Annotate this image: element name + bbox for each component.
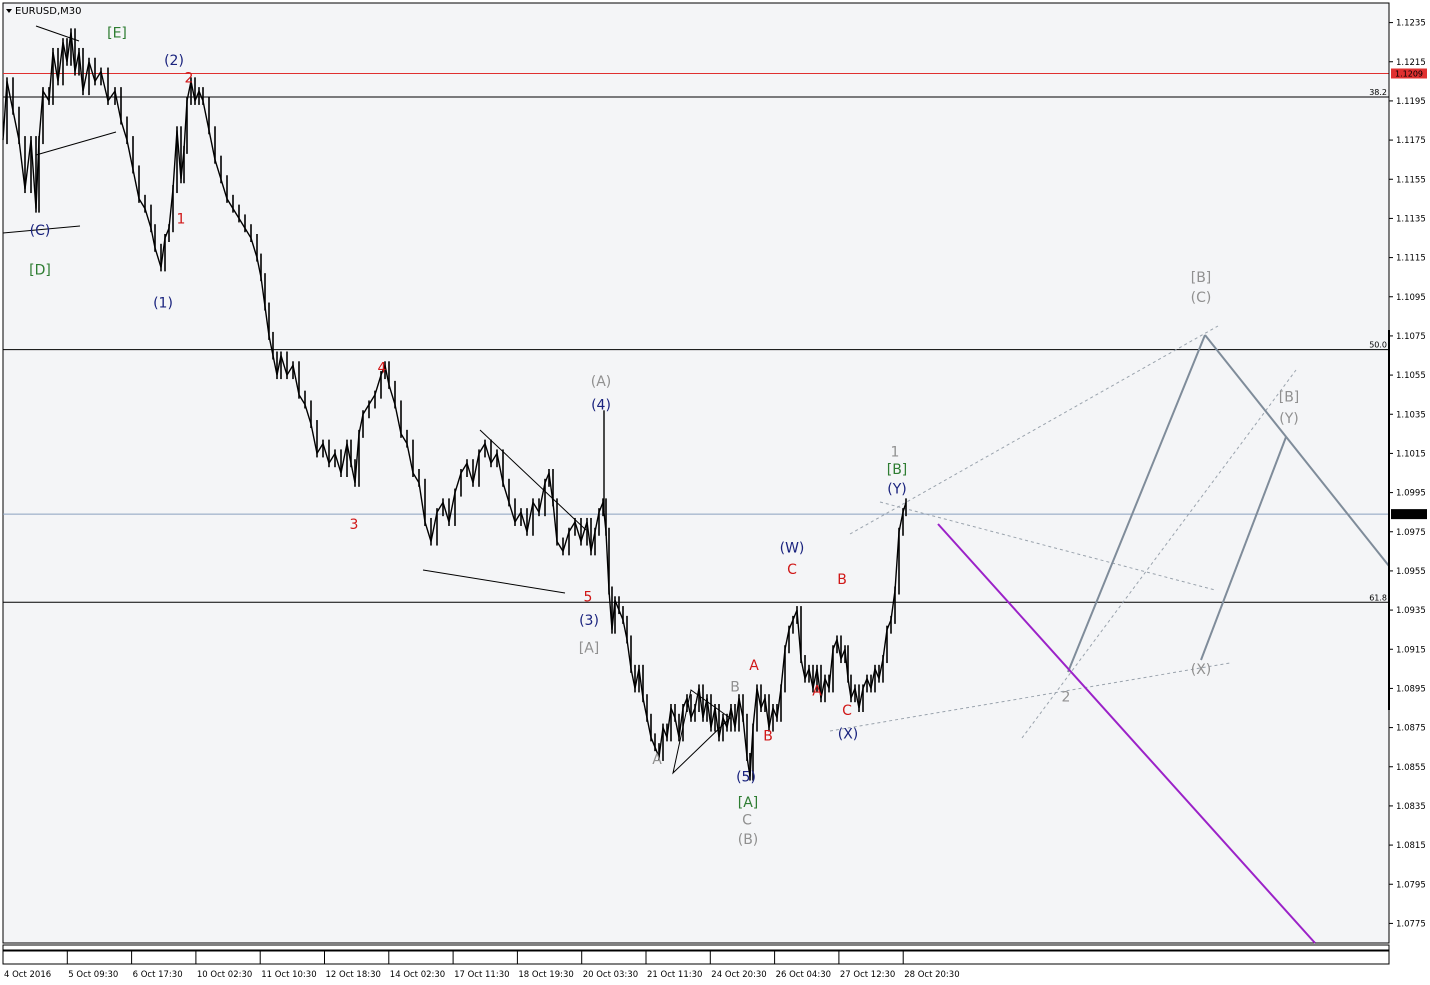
x-tick-label: 27 Oct 12:30 [840, 970, 895, 980]
x-tick-label: 24 Oct 20:30 [711, 970, 766, 980]
y-tick-label: 1.0815 [1396, 841, 1426, 851]
wave-label: (3) [579, 613, 599, 629]
wave-label: B [730, 679, 740, 695]
y-tick-label: 1.0875 [1396, 724, 1426, 734]
y-tick-label: 1.1175 [1396, 136, 1426, 146]
wave-label: C [842, 703, 852, 719]
time-axis-frame [2, 950, 1390, 965]
wave-label: (Y) [887, 482, 906, 498]
wave-label: 3 [350, 517, 359, 533]
wave-label: [B] [1191, 270, 1212, 286]
x-tick-label: 14 Oct 02:30 [390, 970, 445, 980]
wave-label: (W) [780, 540, 805, 556]
x-tick-label: 21 Oct 11:30 [647, 970, 702, 980]
wave-label: (4) [591, 397, 611, 413]
fib-level-label: 61.8 [1369, 593, 1387, 602]
wave-label: [A] [579, 640, 600, 656]
wave-label: 4 [378, 360, 387, 376]
chart-scrollbar[interactable] [2, 944, 1390, 951]
y-tick-label: 1.0915 [1396, 645, 1426, 655]
y-tick-label: 1.0995 [1396, 489, 1426, 499]
y-tick-label: 1.1235 [1396, 19, 1426, 29]
x-tick-label: 6 Oct 17:30 [133, 970, 183, 980]
y-tick-label: 1.0855 [1396, 763, 1426, 773]
wave-label: C [742, 813, 752, 829]
wave-label: (1) [153, 296, 173, 312]
x-tick-label: 12 Oct 18:30 [326, 970, 381, 980]
wave-label: 2 [1062, 689, 1071, 705]
y-tick-label: 1.1115 [1396, 254, 1426, 264]
wave-label: A [652, 752, 662, 768]
wave-label: (A) [591, 374, 612, 390]
wave-label: [E] [107, 25, 127, 41]
y-tick-label: 1.0935 [1396, 606, 1426, 616]
wave-label: (C) [1191, 290, 1212, 306]
y-tick-label: 1.1095 [1396, 293, 1426, 303]
x-tick-label: 18 Oct 19:30 [518, 970, 573, 980]
y-tick-label: 1.0795 [1396, 880, 1426, 890]
y-tick-label: 1.0835 [1396, 802, 1426, 812]
x-tick-label: 10 Oct 02:30 [197, 970, 252, 980]
wave-label: A [812, 683, 822, 699]
wave-label: [A] [738, 795, 759, 811]
y-tick-label: 1.0975 [1396, 528, 1426, 538]
wave-label: [D] [29, 262, 51, 278]
chart: 1.120938.250.061.81.0984 [E](2)21(C)[D](… [0, 0, 1430, 985]
x-tick-label: 20 Oct 03:30 [583, 970, 638, 980]
y-tick-label: 1.1035 [1396, 410, 1426, 420]
wave-label: [B] [1279, 390, 1300, 406]
symbol-label: EURUSD,M30 [15, 6, 81, 17]
price-tag-label: 1.0984 [1395, 510, 1423, 519]
y-tick-label: 1.0955 [1396, 567, 1426, 577]
x-tick-label: 17 Oct 11:30 [454, 970, 509, 980]
y-tick-label: 1.0775 [1396, 919, 1426, 929]
wave-label: 1 [891, 444, 900, 460]
y-tick-label: 1.1215 [1396, 58, 1426, 68]
y-tick-label: 1.1135 [1396, 214, 1426, 224]
y-tick-label: 1.1055 [1396, 371, 1426, 381]
plot-area[interactable] [2, 2, 1390, 944]
fib-level-label: 50.0 [1369, 341, 1387, 350]
symbol-header[interactable]: EURUSD,M30 [6, 6, 81, 17]
x-tick-label: 5 Oct 09:30 [68, 970, 118, 980]
y-tick-label: 1.1015 [1396, 449, 1426, 459]
x-tick-label: 4 Oct 2016 [4, 970, 51, 980]
wave-label: A [749, 658, 759, 674]
wave-label: 1 [177, 211, 186, 227]
x-tick-label: 11 Oct 10:30 [261, 970, 316, 980]
y-tick-label: 1.0895 [1396, 684, 1426, 694]
x-tick-label: 28 Oct 20:30 [904, 970, 959, 980]
wave-label: (B) [738, 832, 759, 848]
wave-label: 2 [185, 70, 194, 86]
y-tick-label: 1.1075 [1396, 332, 1426, 342]
wave-label: (C) [30, 223, 51, 239]
wave-label: (5) [736, 770, 756, 786]
wave-label: B [763, 728, 773, 744]
wave-label: B [837, 572, 847, 588]
price-tag-label: 1.1209 [1395, 70, 1423, 79]
wave-label: (X) [1191, 662, 1212, 678]
wave-label: 5 [584, 589, 593, 605]
y-tick-label: 1.1155 [1396, 175, 1426, 185]
wave-label: (2) [164, 53, 184, 69]
wave-label: (X) [838, 726, 859, 742]
wave-label: (Y) [1279, 411, 1298, 427]
fib-level-label: 38.2 [1369, 88, 1387, 97]
y-tick-label: 1.1195 [1396, 97, 1426, 107]
x-tick-label: 26 Oct 04:30 [776, 970, 831, 980]
wave-label: [B] [887, 462, 908, 478]
wave-label: C [787, 562, 797, 578]
